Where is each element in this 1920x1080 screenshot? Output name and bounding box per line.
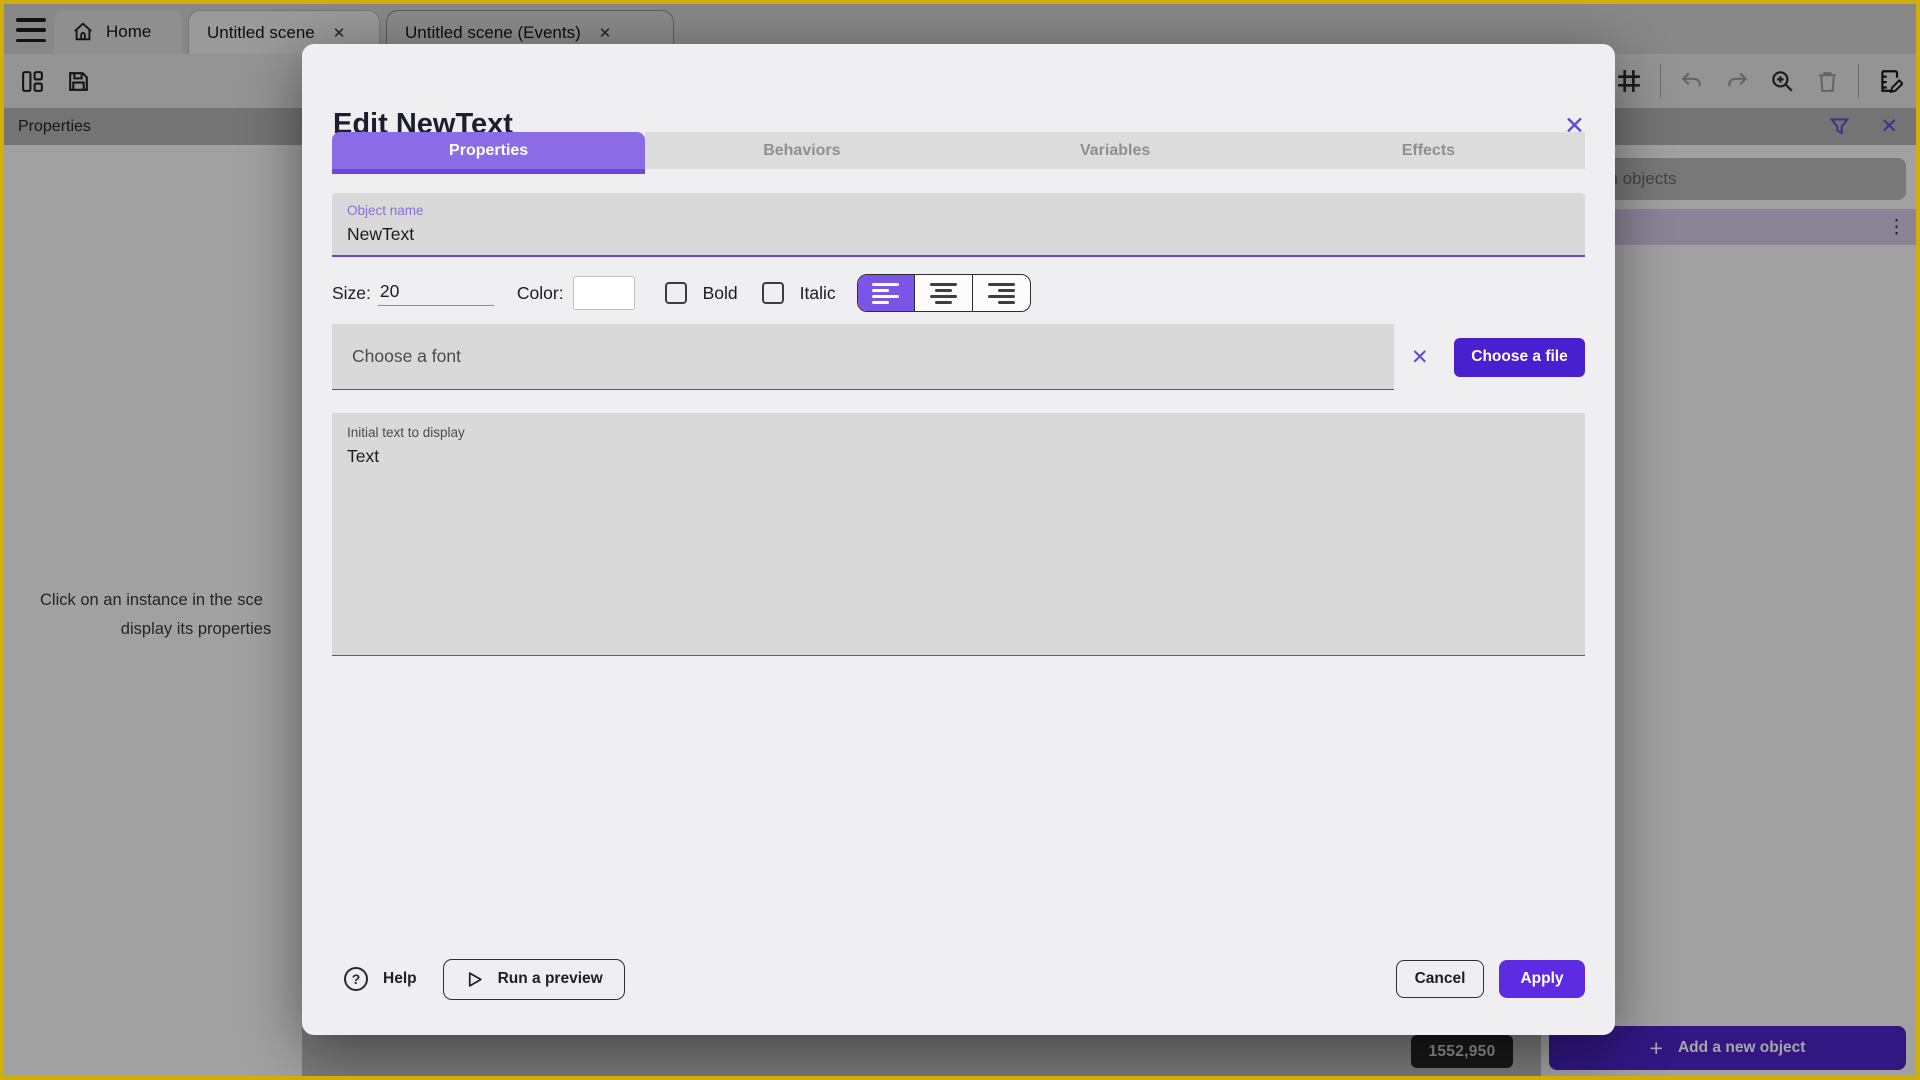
play-icon: [465, 970, 484, 989]
apply-button[interactable]: Apply: [1499, 960, 1585, 998]
cancel-button[interactable]: Cancel: [1396, 960, 1484, 998]
italic-label: Italic: [799, 282, 836, 303]
choose-file-label: Choose a file: [1471, 348, 1568, 365]
run-preview-button[interactable]: Run a preview: [442, 958, 625, 1000]
font-select-field[interactable]: Choose a font: [332, 324, 1394, 390]
help-icon: ?: [344, 967, 368, 991]
text-alignment-group: [856, 274, 1031, 312]
align-left-icon: [872, 282, 900, 304]
text-style-row: Size: 20 Color: Bold Italic: [332, 272, 1585, 314]
size-label: Size:: [332, 282, 371, 303]
object-name-field[interactable]: Object name NewText: [332, 193, 1585, 257]
cancel-label: Cancel: [1414, 970, 1466, 987]
bold-checkbox[interactable]: [664, 282, 687, 304]
align-left-button[interactable]: [857, 275, 915, 311]
preview-label: Run a preview: [497, 970, 603, 987]
object-name-label: Object name: [347, 203, 424, 218]
tab-variables[interactable]: Variables: [958, 132, 1272, 174]
align-right-button[interactable]: [971, 275, 1030, 311]
italic-checkbox[interactable]: [761, 282, 784, 304]
size-input[interactable]: 20: [377, 281, 494, 306]
edit-object-dialog: Edit NewText ✕ Properties Behaviors Vari…: [302, 44, 1615, 1035]
tab-behaviors[interactable]: Behaviors: [645, 132, 959, 174]
align-center-button[interactable]: [914, 275, 972, 311]
dialog-tabs: Properties Behaviors Variables Effects: [332, 132, 1585, 174]
dialog-footer: ? Help Run a preview Cancel Apply: [332, 958, 1585, 1000]
help-label: Help: [383, 970, 417, 987]
clear-font-icon[interactable]: ✕: [1411, 345, 1429, 370]
align-right-icon: [987, 282, 1015, 304]
font-placeholder: Choose a font: [352, 346, 461, 366]
initial-text-value: Text: [347, 446, 380, 466]
apply-label: Apply: [1520, 970, 1564, 987]
initial-text-field[interactable]: Initial text to display Text: [332, 413, 1585, 656]
font-row: Choose a font ✕ Choose a file: [332, 324, 1585, 390]
tab-properties[interactable]: Properties: [332, 132, 646, 174]
bold-label: Bold: [702, 282, 738, 303]
help-button[interactable]: ? Help: [344, 967, 417, 991]
choose-file-button[interactable]: Choose a file: [1454, 337, 1585, 377]
color-label: Color:: [516, 282, 564, 303]
align-center-icon: [930, 282, 958, 304]
object-name-value: NewText: [347, 224, 415, 244]
tab-effects[interactable]: Effects: [1271, 132, 1585, 174]
initial-text-label: Initial text to display: [347, 425, 465, 440]
color-swatch[interactable]: [572, 276, 635, 310]
